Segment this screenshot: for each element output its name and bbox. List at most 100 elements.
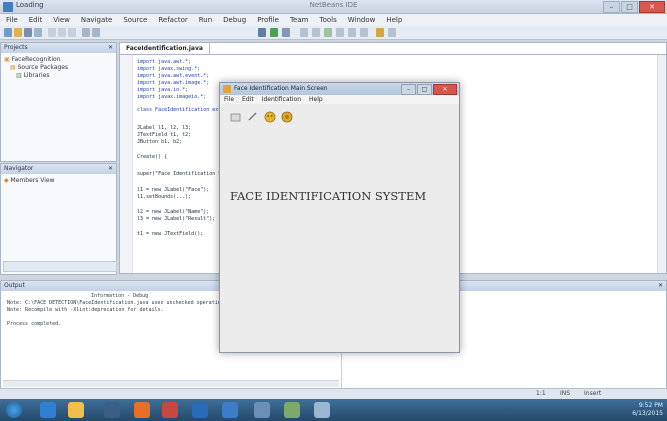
face-icon[interactable] — [263, 110, 276, 123]
panel-close-icon[interactable]: ✕ — [108, 164, 113, 174]
menu-refactor[interactable]: Refactor — [158, 16, 187, 24]
edit-icon[interactable] — [246, 110, 259, 123]
status-position: 1:1 — [536, 390, 546, 397]
toggle-icon[interactable] — [388, 28, 396, 37]
code-line: t1 = new JTextField(); — [137, 231, 204, 237]
editor-tab[interactable]: FaceIdentification.java — [120, 43, 210, 54]
code-line: l2 = new JLabel("Name"); — [137, 209, 210, 215]
code-line: import javax.imageio.*; — [137, 94, 207, 100]
face-menu-bar: File Edit Identification Help — [220, 95, 459, 104]
paint-icon[interactable] — [284, 402, 300, 418]
redo-icon[interactable] — [92, 28, 100, 37]
cut-icon[interactable] — [48, 28, 56, 37]
face-menu-help[interactable]: Help — [309, 95, 323, 104]
maximize-button[interactable]: □ — [621, 1, 638, 13]
face-maximize-button[interactable]: □ — [417, 84, 432, 95]
project-icon: ▣ — [4, 56, 10, 63]
face-window-title-bar[interactable]: Face Identification Main Screen – □ ✕ — [220, 83, 459, 95]
editor-scrollbar[interactable] — [657, 55, 666, 273]
minimize-button[interactable]: – — [603, 1, 620, 13]
menu-tools[interactable]: Tools — [319, 16, 336, 24]
panel-close-icon[interactable]: ✕ — [108, 43, 113, 53]
output-scrollbar[interactable] — [3, 380, 339, 387]
projects-panel-title: Projects — [4, 44, 28, 51]
face-menu-identification[interactable]: Identification — [262, 95, 301, 104]
start-button[interactable] — [6, 402, 22, 418]
run-project-icon[interactable] — [324, 28, 332, 37]
menu-navigate[interactable]: Navigate — [81, 16, 112, 24]
identify-icon[interactable] — [280, 110, 293, 123]
media-icon[interactable] — [104, 402, 120, 418]
code-line: import java.awt.event.*; — [137, 73, 210, 79]
panel-close-icon[interactable]: ✕ — [658, 281, 663, 291]
code-line: l1 = new JLabel("Face"); — [137, 187, 210, 193]
compile-icon[interactable] — [300, 28, 308, 37]
menu-run[interactable]: Run — [199, 16, 212, 24]
firefox-icon[interactable] — [134, 402, 150, 418]
editor-gutter — [120, 55, 133, 273]
code-line: JLabel l1, l2, l3; — [137, 125, 192, 131]
tree-item-libraries[interactable]: ▥ Libraries — [16, 72, 50, 80]
face-identification-window: Face Identification Main Screen – □ ✕ Fi… — [219, 82, 460, 353]
netbeans-icon[interactable] — [254, 402, 270, 418]
menu-help[interactable]: Help — [386, 16, 402, 24]
profile-icon[interactable] — [360, 28, 368, 37]
navigator-item-label: Members View — [10, 177, 55, 184]
save-all-icon[interactable] — [34, 28, 42, 37]
close-button[interactable]: ✕ — [639, 1, 665, 13]
menu-source[interactable]: Source — [123, 16, 147, 24]
open-folder-icon[interactable] — [14, 28, 22, 37]
ide-window-title: NetBeans IDE — [309, 1, 358, 9]
debug-icon[interactable] — [282, 28, 290, 37]
panel-tabs-strip[interactable] — [3, 261, 117, 272]
face-minimize-button[interactable]: – — [401, 84, 416, 95]
menu-debug[interactable]: Debug — [223, 16, 246, 24]
stop-icon[interactable] — [336, 28, 344, 37]
bookmark-icon[interactable] — [376, 28, 384, 37]
code-line: l1.setBounds(...); — [137, 194, 192, 200]
word-icon[interactable] — [222, 402, 238, 418]
menu-file[interactable]: File — [6, 16, 18, 24]
clean-icon[interactable] — [312, 28, 320, 37]
tree-item-label: Libraries — [23, 72, 50, 79]
code-line: JTextField t1, t2; — [137, 132, 192, 138]
code-line: import java.io.*; — [137, 87, 189, 93]
java-app-icon[interactable] — [314, 402, 330, 418]
open-icon[interactable] — [229, 110, 242, 123]
tree-item-packages[interactable]: ▤ Source Packages — [10, 64, 68, 72]
menu-window[interactable]: Window — [348, 16, 376, 24]
folder-icon[interactable] — [68, 402, 84, 418]
build-icon[interactable] — [258, 28, 266, 37]
tree-item-label: FaceRecognition — [11, 56, 61, 63]
system-tray[interactable]: 9:52 PM 6/13/2015 — [632, 402, 663, 418]
navigator-item[interactable]: ◆ Members View — [4, 177, 55, 185]
package-icon: ▤ — [10, 64, 16, 71]
new-file-icon[interactable] — [4, 28, 12, 37]
step-icon[interactable] — [348, 28, 356, 37]
menu-profile[interactable]: Profile — [257, 16, 279, 24]
outlook-icon[interactable] — [192, 402, 208, 418]
status-bar: 1:1 INS Insert — [0, 388, 667, 399]
code-line: import javax.swing.*; — [137, 66, 201, 72]
tree-item-project[interactable]: ▣ FaceRecognition — [4, 56, 61, 64]
tray-clock-date: 6/13/2015 — [632, 410, 663, 417]
undo-icon[interactable] — [82, 28, 90, 37]
java-cup-icon — [223, 85, 231, 93]
menu-team[interactable]: Team — [290, 16, 309, 24]
library-icon: ▥ — [16, 72, 22, 79]
menu-edit[interactable]: Edit — [29, 16, 43, 24]
save-icon[interactable] — [24, 28, 32, 37]
navigator-panel: Navigator ✕ ◆ Members View — [0, 163, 117, 275]
browser-icon[interactable] — [40, 402, 56, 418]
face-menu-file[interactable]: File — [224, 95, 234, 104]
chrome-icon[interactable] — [162, 402, 178, 418]
run-icon[interactable] — [270, 28, 278, 37]
paste-icon[interactable] — [68, 28, 76, 37]
menu-view[interactable]: View — [53, 16, 70, 24]
face-close-button[interactable]: ✕ — [433, 84, 457, 95]
ide-menu-bar: File Edit View Navigate Source Refactor … — [0, 14, 667, 26]
navigator-panel-title: Navigator — [4, 165, 34, 172]
copy-icon[interactable] — [58, 28, 66, 37]
status-mode: INS — [560, 390, 571, 397]
face-menu-edit[interactable]: Edit — [242, 95, 254, 104]
